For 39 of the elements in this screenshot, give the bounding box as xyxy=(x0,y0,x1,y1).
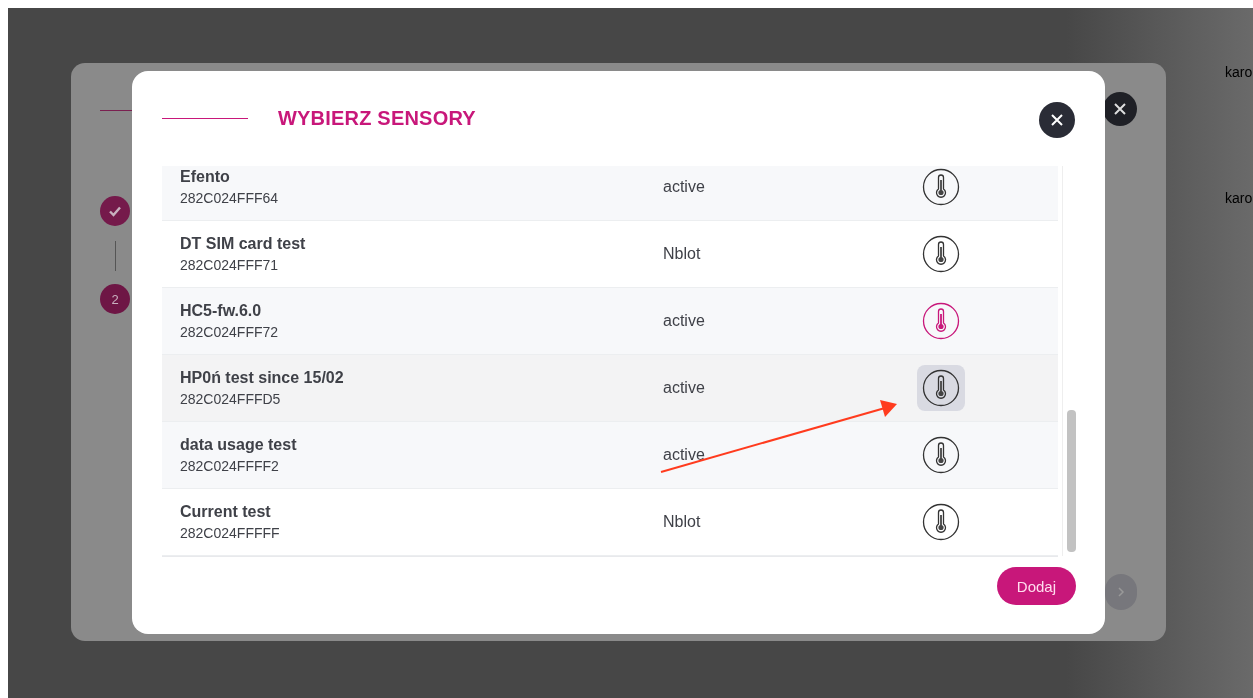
sensor-row[interactable]: HP0ń test since 15/02 282C024FFFD5 active xyxy=(162,355,1058,422)
sensor-serial: 282C024FFFD5 xyxy=(180,391,282,407)
thermometer-icon xyxy=(922,436,960,474)
sensor-status: Nblot xyxy=(663,245,702,263)
thermometer-icon xyxy=(922,369,960,407)
chevron-right-icon xyxy=(1117,586,1125,598)
close-button[interactable] xyxy=(1103,92,1137,126)
sensor-row[interactable]: data usage test 282C024FFFF2 active xyxy=(162,422,1058,489)
close-button[interactable] xyxy=(1039,101,1075,138)
sensor-name: DT SIM card test xyxy=(180,235,307,253)
sensor-name: data usage test xyxy=(180,436,298,454)
background-text: karo xyxy=(1225,64,1253,80)
sensor-status: active xyxy=(663,446,706,464)
sensor-name: Current test xyxy=(180,503,272,521)
close-icon xyxy=(1050,112,1064,127)
thermometer-icon xyxy=(922,302,960,340)
thermometer-icon xyxy=(922,503,960,541)
sensor-serial: 282C024FFFF2 xyxy=(180,458,280,474)
sensor-serial: 282C024FFF64 xyxy=(180,190,280,206)
sensor-row[interactable]: Efento 282C024FFF64 active xyxy=(162,166,1058,221)
sensor-status: active xyxy=(663,312,706,330)
sensor-name: HC5-fw.6.0 xyxy=(180,302,263,320)
sensor-serial: 282C024FFF72 xyxy=(180,324,280,340)
sensor-name: HP0ń test since 15/02 xyxy=(180,369,345,387)
sensor-status: active xyxy=(663,178,706,196)
sensor-status: Nblot xyxy=(663,513,702,531)
thermometer-icon xyxy=(922,235,960,273)
sensor-row[interactable]: HC5-fw.6.0 282C024FFF72 active xyxy=(162,288,1058,355)
background-text: karo xyxy=(1225,190,1253,206)
dialog-title: WYBIERZ SENSORY xyxy=(278,107,477,130)
sensor-serial: 282C024FFFFF xyxy=(180,525,281,541)
add-button[interactable]: Dodaj xyxy=(996,567,1076,605)
thermometer-button[interactable] xyxy=(917,365,965,411)
sensor-status: active xyxy=(663,379,706,397)
thermometer-icon xyxy=(922,168,960,206)
sensor-name: Efento xyxy=(180,168,231,186)
sensor-serial: 282C024FFF71 xyxy=(180,257,280,273)
close-icon xyxy=(1113,102,1127,116)
step-number: 2 xyxy=(100,284,130,314)
